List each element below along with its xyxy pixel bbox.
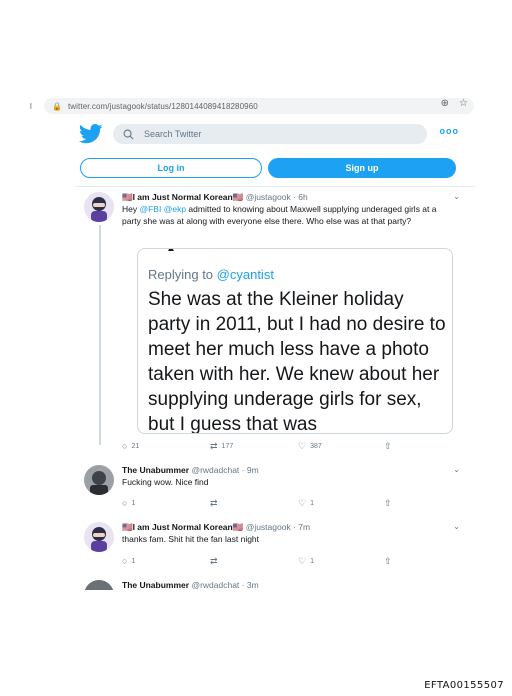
signup-button[interactable]: Sign up: [268, 158, 456, 178]
browser-address-bar: l 🔒 twitter.com/justagook/status/1280144…: [30, 96, 474, 116]
chevron-down-icon[interactable]: ⌄: [453, 465, 460, 474]
avatar[interactable]: [84, 192, 114, 222]
tweet-text-prefix: Hey: [122, 204, 140, 214]
like-button[interactable]: ♡ 387: [298, 441, 322, 452]
mention-link[interactable]: @FBI: [139, 204, 161, 214]
heart-icon: ♡: [298, 556, 307, 566]
browser-left-indicator: l: [30, 101, 32, 111]
quoted-tweet-text: She was at the Kleiner holiday party in …: [148, 289, 446, 434]
retweet-count: 177: [221, 443, 234, 450]
url-text: twitter.com/justagook/status/12801440894…: [67, 101, 258, 111]
tweet-author-handle[interactable]: @rwdadchat · 3m: [191, 580, 258, 590]
avatar[interactable]: [84, 465, 114, 495]
retweet-icon: ⇄: [210, 556, 218, 566]
tweet-text: thanks fam. Shit hit the fan last night: [122, 534, 260, 544]
lock-icon: 🔒: [52, 101, 62, 111]
share-icon: ⇧: [384, 441, 392, 451]
tweet-author-handle[interactable]: @justagook · 6h: [246, 192, 308, 202]
like-count: 1: [310, 558, 314, 565]
search-input[interactable]: Search Twitter: [113, 124, 427, 144]
mention-link[interactable]: @ekp: [164, 204, 186, 214]
search-icon: [123, 129, 134, 139]
share-icon: ⇧: [384, 556, 392, 566]
star-icon[interactable]: ☆: [459, 98, 468, 109]
tweet-actions: ○ 1 ⇄ ♡ 1 ⇧: [122, 556, 422, 568]
chevron-down-icon[interactable]: ⌄: [453, 522, 460, 531]
tweet-actions: ○ 21 ⇄ 177 ♡ 387 ⇧: [122, 441, 422, 453]
retweet-icon: ⇄: [210, 498, 218, 508]
tweet-author-name[interactable]: The Unabummer: [122, 465, 189, 475]
like-button[interactable]: ♡ 1: [298, 498, 314, 509]
tweet-author-name[interactable]: The Unabummer: [122, 580, 189, 590]
header-divider: [75, 186, 475, 187]
retweet-button[interactable]: ⇄: [210, 556, 218, 567]
reply-icon: ○: [122, 556, 128, 566]
heart-icon: ♡: [298, 498, 307, 508]
chevron-down-icon[interactable]: ⌄: [453, 192, 460, 201]
quoted-tweet-card[interactable]: ▲ Replying to @cyantist She was at the K…: [137, 248, 453, 434]
twitter-header: Search Twitter ooo: [75, 120, 475, 148]
like-count: 387: [310, 443, 322, 450]
replying-to-label: Replying to: [148, 267, 217, 282]
document-id: EFTA00155507: [424, 680, 504, 691]
tweet-text: Fucking wow. Nice find: [122, 477, 209, 487]
reply-count: 1: [131, 557, 136, 565]
reply-icon: ○: [122, 498, 128, 508]
share-button[interactable]: ⇧: [384, 441, 392, 452]
tweet-author-handle[interactable]: @rwdadchat · 9m: [191, 465, 258, 475]
replying-to-line: Replying to @cyantist: [148, 267, 274, 282]
retweet-button[interactable]: ⇄ 177: [210, 441, 233, 452]
tweet-author-name[interactable]: 🇺🇸I am Just Normal Korean🇺🇸: [122, 522, 243, 532]
retweet-button[interactable]: ⇄: [210, 498, 218, 509]
retweet-icon: ⇄: [210, 441, 218, 451]
reply-count: 1: [131, 499, 136, 507]
reply-icon: ○: [122, 441, 128, 451]
thread-connector-line: [99, 225, 101, 445]
share-icon: ⇧: [384, 498, 392, 508]
tweet-actions: ○ 1 ⇄ ♡ 1 ⇧: [122, 498, 422, 510]
reply-button[interactable]: ○ 21: [122, 441, 139, 451]
tweet-author-name[interactable]: 🇺🇸I am Just Normal Korean🇺🇸: [122, 192, 243, 202]
avatar[interactable]: [84, 522, 114, 552]
like-button[interactable]: ♡ 1: [298, 556, 314, 567]
heart-icon: ♡: [298, 441, 307, 451]
like-count: 1: [310, 500, 314, 507]
share-button[interactable]: ⇧: [384, 556, 392, 567]
tweet-cutoff[interactable]: The Unabummer @rwdadchat · 3m: [84, 580, 460, 590]
tweet-text: Hey @FBI @ekp admitted to knowing about …: [122, 204, 440, 227]
reply-button[interactable]: ○ 1: [122, 556, 135, 566]
share-button[interactable]: ⇧: [384, 498, 392, 509]
auth-buttons: Log in Sign up: [80, 158, 456, 178]
login-button[interactable]: Log in: [80, 158, 262, 178]
tweet-author-handle[interactable]: @justagook · 7m: [246, 522, 310, 532]
more-options-icon[interactable]: ooo: [440, 126, 460, 136]
url-field[interactable]: 🔒 twitter.com/justagook/status/128014408…: [44, 98, 474, 114]
reply-button[interactable]: ○ 1: [122, 498, 135, 508]
avatar[interactable]: [84, 580, 114, 590]
twitter-bird-icon[interactable]: [79, 124, 103, 144]
add-bookmark-icon[interactable]: ⊕: [441, 98, 449, 109]
replying-to-handle[interactable]: @cyantist: [217, 267, 274, 282]
search-placeholder: Search Twitter: [144, 129, 202, 139]
reply-count: 21: [131, 442, 140, 450]
